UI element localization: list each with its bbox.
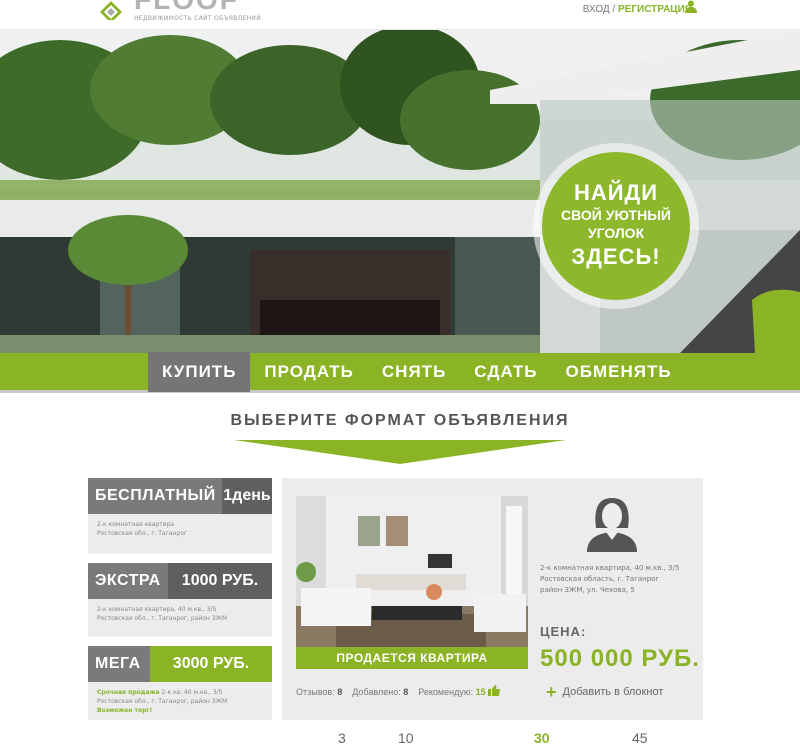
- bottom-number: 3: [338, 730, 346, 746]
- plan-line: 2-к комнатная квартира, 40 м.кв., 3/5: [97, 606, 217, 613]
- seller-avatar-icon: [587, 498, 637, 552]
- site-header: FLOOF НЕДВИЖИМОСТЬ САЙТ ОБЪЯВЛЕНИЙ ВХОД …: [0, 0, 800, 30]
- plan-line: Возможен торг!: [97, 707, 153, 714]
- added-label: Добавлено:: [352, 687, 401, 697]
- address-line: Ростовская область, г. Таганрог: [540, 575, 660, 583]
- promo-line-4: ЗДЕСЬ!: [571, 244, 661, 269]
- plan-extra[interactable]: ЭКСТРА 1000 РУБ. 2-к комнатная квартира,…: [88, 563, 272, 637]
- plan-line: Ростовская обл., г. Таганрог, район ЗЖМ: [97, 698, 228, 705]
- bottom-number: 10: [398, 730, 414, 746]
- plan-free[interactable]: БЕСПЛАТНЫЙ 1день 2-к комнатная квартира …: [88, 478, 272, 554]
- recommend-label: Рекомендую:: [418, 687, 474, 697]
- plan-description: 2-к комнатная квартира, 40 м.кв., 3/5 Ро…: [88, 599, 272, 629]
- main-nav: КУПИТЬ ПРОДАТЬ СНЯТЬ СДАТЬ ОБМЕНЯТЬ: [0, 351, 800, 393]
- logo-icon: [100, 1, 122, 20]
- logo-tagline: НЕДВИЖИМОСТЬ САЙТ ОБЪЯВЛЕНИЙ: [134, 15, 261, 22]
- plan-name: ЭКСТРА: [88, 563, 168, 599]
- reviews-label: Отзывов:: [296, 687, 335, 697]
- login-link[interactable]: ВХОД: [583, 4, 610, 15]
- listing-stats: Отзывов: 8 Добавлено: 8 Рекомендую: 15: [296, 685, 501, 697]
- nav-item-sell[interactable]: ПРОДАТЬ: [250, 352, 367, 392]
- plan-name: БЕСПЛАТНЫЙ: [88, 478, 222, 514]
- title-arrow-shape: [234, 440, 566, 464]
- nav-item-buy[interactable]: КУПИТЬ: [148, 351, 251, 392]
- thumbs-up-icon[interactable]: [488, 685, 501, 696]
- plan-line: Срочная продажа 2-к кв. 40 м.кв., 3/5: [97, 688, 263, 697]
- plan-line-text: 2-к кв. 40 м.кв., 3/5: [161, 689, 223, 696]
- price-value: 500 000 РУБ.: [540, 645, 700, 672]
- auth-separator: /: [612, 4, 616, 15]
- price-label: ЦЕНА:: [540, 624, 587, 639]
- notebook-label: Добавить в блокнот: [562, 686, 664, 698]
- reviews-count: 8: [337, 687, 343, 697]
- plan-line: 2-к комнатная квартира: [97, 521, 175, 528]
- plan-description: 2-к комнатная квартира Ростовская обл., …: [88, 514, 272, 544]
- nav-item-let[interactable]: СДАТЬ: [460, 352, 551, 392]
- living-room-image: [296, 496, 528, 669]
- promo-line-2: СВОЙ УЮТНЫЙ: [561, 207, 671, 223]
- add-to-notebook-button[interactable]: + Добавить в блокнот: [546, 682, 663, 703]
- promo-badge: НАЙДИ СВОЙ УЮТНЫЙ УГОЛОК ЗДЕСЬ!: [533, 143, 699, 309]
- plan-line: Ростовская обл., г. Таганрог: [97, 530, 188, 537]
- recommend-count: 15: [475, 687, 486, 697]
- hero-banner: НАЙДИ СВОЙ УЮТНЫЙ УГОЛОК ЗДЕСЬ!: [0, 30, 800, 353]
- listing-address: 2-к комнатная квартира, 40 м.кв., 3/5 Ро…: [540, 563, 700, 596]
- listing-card: ПРОДАЕТСЯ КВАРТИРА 2-к комнатная квартир…: [282, 478, 703, 720]
- added-count: 8: [403, 687, 409, 697]
- nav-item-rent[interactable]: СНЯТЬ: [368, 352, 460, 392]
- plus-icon: +: [546, 682, 557, 702]
- register-link[interactable]: РЕГИСТРАЦИЯ: [618, 4, 692, 15]
- site-logo[interactable]: FLOOF НЕДВИЖИМОСТЬ САЙТ ОБЪЯВЛЕНИЙ: [96, 0, 261, 22]
- plan-price: 3000 РУБ.: [150, 646, 272, 682]
- promo-line-3: УГОЛОК: [587, 225, 645, 241]
- plan-name: МЕГА: [88, 646, 150, 682]
- plan-description: Срочная продажа 2-к кв. 40 м.кв., 3/5 Ро…: [88, 682, 272, 721]
- plan-price: 1день: [222, 478, 272, 514]
- address-line: 2-к комнатная квартира, 40 м.кв., 3/5: [540, 564, 680, 572]
- bottom-number: 30: [534, 730, 550, 746]
- bottom-number: 45: [632, 730, 648, 746]
- promo-line-1: НАЙДИ: [573, 180, 659, 205]
- plan-price: 1000 РУБ.: [168, 563, 272, 599]
- auth-links: ВХОД / РЕГИСТРАЦИЯ: [583, 4, 692, 15]
- user-icon[interactable]: [684, 0, 698, 14]
- plan-mega[interactable]: МЕГА 3000 РУБ. Срочная продажа 2-к кв. 4…: [88, 646, 272, 720]
- listing-photo[interactable]: [296, 496, 528, 669]
- section-title: ВЫБЕРИТЕ ФОРМАТ ОБЪЯВЛЕНИЯ: [230, 412, 570, 429]
- plan-line: Ростовская обл., г. Таганрог, район ЗЖМ: [97, 615, 228, 622]
- address-line: район ЗЖМ, ул. Чехова, 5: [540, 586, 635, 594]
- logo-title: FLOOF: [134, 0, 261, 14]
- nav-item-exchange[interactable]: ОБМЕНЯТЬ: [552, 352, 686, 392]
- promo-circle: НАЙДИ СВОЙ УЮТНЫЙ УГОЛОК ЗДЕСЬ!: [542, 152, 690, 300]
- plan-highlight: Срочная продажа: [97, 689, 160, 696]
- listing-photo-label: ПРОДАЕТСЯ КВАРТИРА: [296, 647, 528, 669]
